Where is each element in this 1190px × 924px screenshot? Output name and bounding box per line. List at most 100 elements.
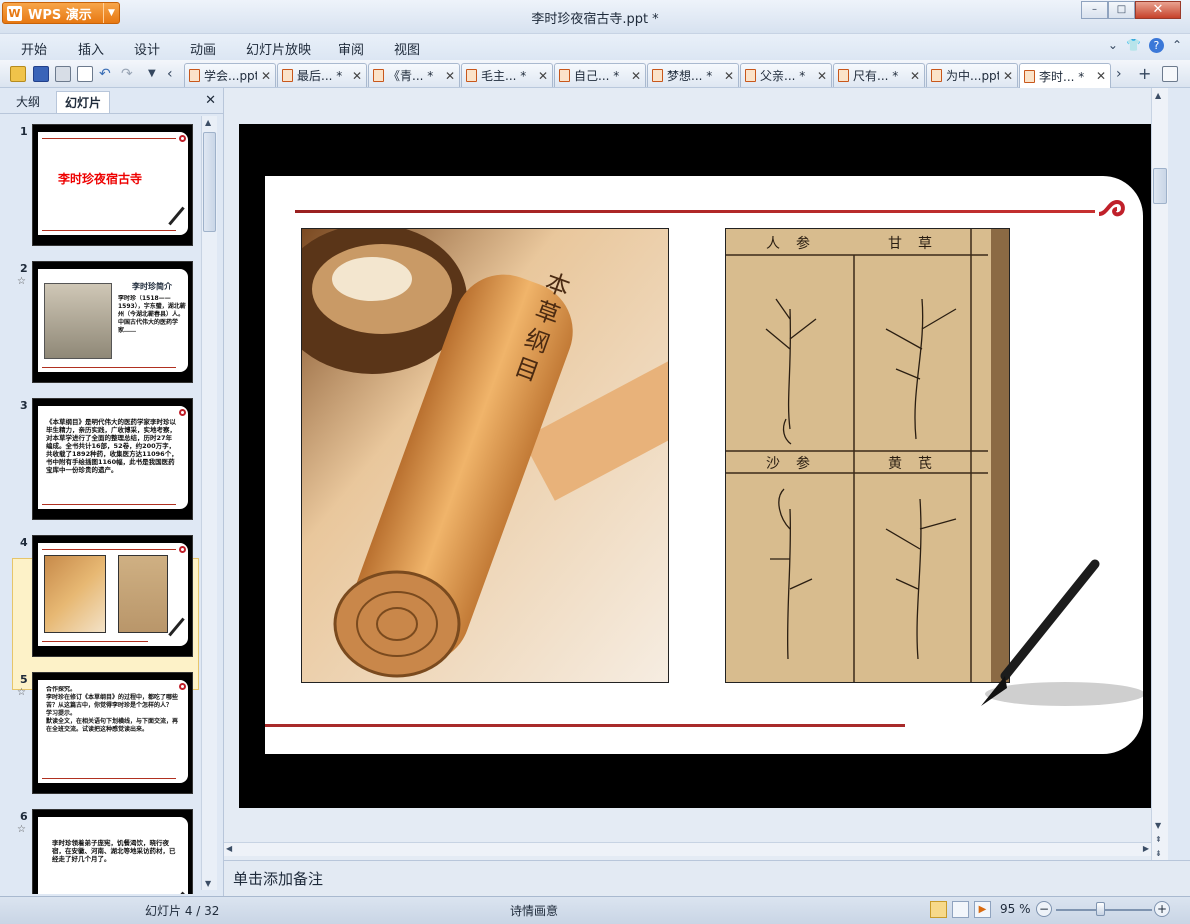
print-preview-icon[interactable] <box>77 66 93 82</box>
tab-close-icon[interactable]: ✕ <box>1003 69 1013 83</box>
menu-home[interactable]: 开始 <box>21 39 47 58</box>
ppt-doc-icon <box>652 69 663 82</box>
next-slide-icon[interactable]: ⇟ <box>1155 849 1162 858</box>
scroll-left-icon[interactable]: ◀ <box>226 844 232 853</box>
tab-close-icon[interactable]: ✕ <box>1096 69 1106 83</box>
animation-star-icon: ☆ <box>17 824 26 835</box>
close-button[interactable]: ✕ <box>1135 1 1181 19</box>
thumb-canvas: 李时珍简介 李时珍（1518——1593），字东璧，湖北蕲州（今湖北蕲春县）人。… <box>38 269 188 372</box>
thumb-number: 4 <box>20 536 28 549</box>
menu-slideshow[interactable]: 幻灯片放映 <box>246 39 311 58</box>
window-controls: – □ ✕ <box>1081 1 1181 19</box>
menu-view[interactable]: 视图 <box>394 39 420 58</box>
print-icon[interactable] <box>55 66 71 82</box>
normal-view-icon[interactable] <box>930 901 947 918</box>
slide-counter: 幻灯片 4 / 32 <box>145 904 220 918</box>
tab-slides[interactable]: 幻灯片 <box>56 91 111 113</box>
undo-icon[interactable]: ↶ <box>99 66 115 82</box>
tab-close-icon[interactable]: ✕ <box>352 69 362 83</box>
red-rule <box>42 549 176 550</box>
tab-close-icon[interactable]: ✕ <box>910 69 920 83</box>
doc-tab[interactable]: 尺有... * ✕ <box>833 63 925 87</box>
slide-4: 本草纲目 人参 甘草 沙参 黄芪 <box>265 176 1143 754</box>
ppt-doc-icon <box>838 69 849 82</box>
herb-label-1: 人参 <box>766 236 826 252</box>
tab-list-icon[interactable] <box>1162 66 1178 82</box>
red-rule <box>42 367 176 368</box>
thumb-title: 李时珍简介 <box>132 282 172 291</box>
scroll-right-icon[interactable]: ▶ <box>1143 844 1149 853</box>
menu-insert[interactable]: 插入 <box>78 39 104 58</box>
chevron-down-icon[interactable]: ⌄ <box>1108 38 1118 53</box>
doc-tab[interactable]: 学会...ppt ✕ <box>184 63 276 87</box>
slide-thumbnail-2[interactable]: 李时珍简介 李时珍（1518——1593），字东璧，湖北蕲州（今湖北蕲春县）人。… <box>32 261 193 383</box>
new-tab-icon[interactable]: + <box>1138 66 1154 82</box>
notes-pane[interactable]: 单击添加备注 <box>224 860 1190 896</box>
doc-tab[interactable]: 梦想... * ✕ <box>647 63 739 87</box>
scroll-up-icon[interactable]: ▲ <box>205 118 211 127</box>
red-rule <box>42 641 148 642</box>
minimize-button[interactable]: – <box>1081 1 1108 19</box>
tab-close-icon[interactable]: ✕ <box>445 69 455 83</box>
thumbnail-scrollbar[interactable]: ▲ ▼ <box>201 116 217 890</box>
zoom-in-icon[interactable]: + <box>1154 901 1170 917</box>
tab-outline[interactable]: 大纲 <box>8 91 48 113</box>
menu-design[interactable]: 设计 <box>134 39 160 58</box>
zoom-out-icon[interactable]: − <box>1036 901 1052 917</box>
notes-placeholder[interactable]: 单击添加备注 <box>233 868 323 889</box>
tab-close-icon[interactable]: ✕ <box>631 69 641 83</box>
doc-tab[interactable]: 为中...ppt ✕ <box>926 63 1018 87</box>
ppt-doc-icon <box>559 69 570 82</box>
red-rule <box>42 504 176 505</box>
redo-icon[interactable]: ↷ <box>121 66 137 82</box>
doc-tab-active[interactable]: 李时... * ✕ <box>1019 63 1111 88</box>
top-red-rule <box>295 210 1095 213</box>
bencao-scroll-image[interactable]: 本草纲目 <box>301 228 669 683</box>
zoom-level: 95 % <box>1000 902 1031 916</box>
ppt-doc-icon <box>745 69 756 82</box>
tab-scroll-left-icon[interactable]: ‹ <box>167 66 183 82</box>
doc-tab[interactable]: 毛主... * ✕ <box>461 63 553 87</box>
slide-thumbnail-4[interactable] <box>32 535 193 657</box>
tab-close-icon[interactable]: ✕ <box>538 69 548 83</box>
scroll-thumb[interactable] <box>203 132 216 232</box>
prev-slide-icon[interactable]: ⇞ <box>1155 835 1162 844</box>
save-icon[interactable] <box>33 66 49 82</box>
doc-tab[interactable]: 自己... * ✕ <box>554 63 646 87</box>
slide-sorter-view-icon[interactable] <box>952 901 969 918</box>
red-rule <box>42 138 176 139</box>
editor-vertical-scrollbar[interactable]: ▲ ▼ ⇞ ⇟ <box>1151 88 1168 860</box>
customize-toolbar-icon[interactable]: ▼ <box>148 66 164 82</box>
collapse-ribbon-icon[interactable]: ⌃ <box>1172 38 1182 53</box>
slide-thumbnail-1[interactable]: 李时珍夜宿古寺 <box>32 124 193 246</box>
tab-close-icon[interactable]: ✕ <box>724 69 734 83</box>
scroll-down-icon[interactable]: ▼ <box>205 879 211 888</box>
zoom-slider-knob[interactable] <box>1096 902 1105 916</box>
panel-close-icon[interactable]: ✕ <box>205 93 216 108</box>
slide-thumbnail-6[interactable]: 李时珍领着弟子庞宪，饥餐渴饮，晓行夜宿，在安徽、河南、湖北等地采访药材，已经走了… <box>32 809 193 894</box>
doc-tab[interactable]: 最后... * ✕ <box>277 63 367 87</box>
slideshow-view-icon[interactable]: ▶ <box>974 901 991 918</box>
open-folder-icon[interactable] <box>10 66 26 82</box>
skin-icon[interactable]: 👕 <box>1126 38 1141 53</box>
doc-tab[interactable]: 父亲... * ✕ <box>740 63 832 87</box>
tab-close-icon[interactable]: ✕ <box>261 69 271 83</box>
doc-tab[interactable]: 《青... * ✕ <box>368 63 460 87</box>
slide-thumbnail-5[interactable]: 合作探究。 李时珍在修订《本草纲目》的过程中，都吃了哪些苦？从这篇古中，你觉得李… <box>32 672 193 794</box>
scroll-up-icon[interactable]: ▲ <box>1155 91 1161 100</box>
scroll-thumb[interactable] <box>1153 168 1167 204</box>
maximize-button[interactable]: □ <box>1108 1 1135 19</box>
menu-animation[interactable]: 动画 <box>190 39 216 58</box>
thumb-title: 李时珍夜宿古寺 <box>58 172 143 186</box>
swirl-ornament-icon <box>179 546 186 553</box>
editor-horizontal-scrollbar[interactable]: ◀ ▶ <box>224 842 1151 856</box>
tab-scroll-right-icon[interactable]: › <box>1116 66 1132 82</box>
slide-thumbnail-3[interactable]: 《本草纲目》是明代伟大的医药学家李时珍以毕生精力，亲历实践，广收博采，实地考察，… <box>32 398 193 520</box>
ppt-doc-icon <box>282 69 293 82</box>
help-icon[interactable]: ? <box>1148 38 1164 53</box>
tab-close-icon[interactable]: ✕ <box>817 69 827 83</box>
slide-canvas[interactable]: 本草纲目 人参 甘草 沙参 黄芪 <box>239 124 1151 808</box>
status-bar: 幻灯片 4 / 32 诗情画意 ▶ 95 % − + <box>0 896 1190 924</box>
scroll-down-icon[interactable]: ▼ <box>1155 821 1161 830</box>
menu-review[interactable]: 审阅 <box>338 39 364 58</box>
